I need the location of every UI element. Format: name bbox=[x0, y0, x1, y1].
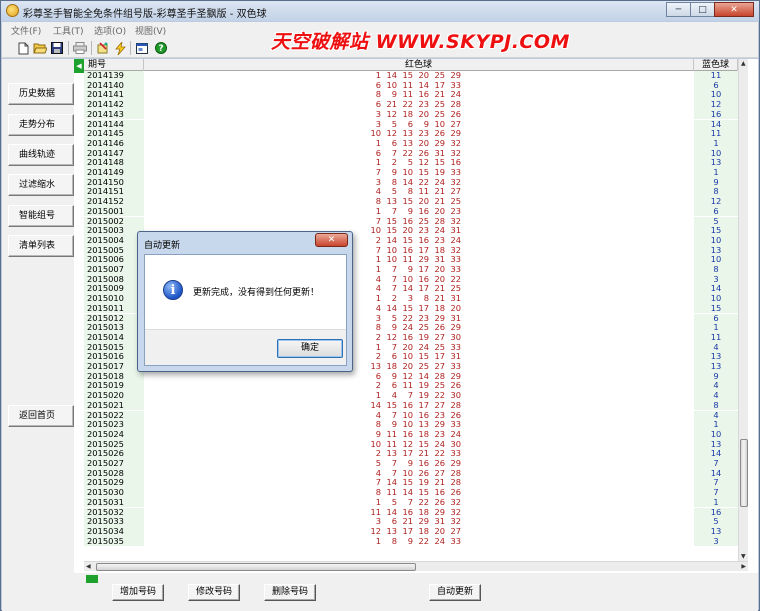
sidebar-filter-button[interactable]: 过滤缩水 bbox=[8, 174, 74, 196]
table-row[interactable]: 2014150 3 8 14 22 24 32 9 bbox=[84, 177, 748, 188]
dialog-message: 更新完成，没有得到任何更新！ bbox=[193, 288, 320, 298]
table-row[interactable]: 2014141 8 9 11 16 21 24 10 bbox=[84, 90, 748, 101]
table-row[interactable]: 2015021 14 15 16 17 27 28 8 bbox=[84, 400, 748, 411]
window-icon[interactable] bbox=[135, 41, 149, 55]
table-row[interactable]: 2015019 2 6 11 19 25 26 4 bbox=[84, 381, 748, 392]
header-period[interactable]: 期号 bbox=[84, 59, 144, 71]
table-row[interactable]: 2014143 3 12 18 20 25 26 16 bbox=[84, 109, 748, 120]
table-row[interactable]: 2014140 6 10 11 14 17 33 6 bbox=[84, 80, 748, 91]
sidebar: 历史数据 走势分布 曲线轨迹 过滤缩水 智能组号 清单列表 返回首页 bbox=[2, 59, 74, 611]
sidebar-trend-button[interactable]: 走势分布 bbox=[8, 114, 74, 136]
red-ball-number: 24 bbox=[434, 535, 445, 546]
table-row[interactable]: 2014148 1 2 5 12 15 16 13 bbox=[84, 158, 748, 168]
table-row[interactable]: 2015018 6 9 12 14 28 29 9 bbox=[84, 371, 748, 382]
table-row[interactable]: 2015020 1 4 7 19 22 30 4 bbox=[84, 390, 748, 401]
menu-file[interactable]: 文件(F) bbox=[11, 24, 41, 37]
app-icon bbox=[6, 4, 19, 17]
lightning-icon[interactable] bbox=[113, 41, 127, 55]
sidebar-history-data-button[interactable]: 历史数据 bbox=[8, 83, 74, 105]
scroll-left-icon[interactable]: ◀ bbox=[86, 563, 91, 570]
auto-update-dialog: 自动更新 ✕ i 更新完成，没有得到任何更新！ 确定 bbox=[137, 231, 353, 372]
auto-update-button[interactable]: 自动更新 bbox=[429, 584, 481, 601]
dialog-ok-button[interactable]: 确定 bbox=[277, 339, 343, 358]
table-row[interactable]: 2015022 4 7 10 16 23 26 4 bbox=[84, 410, 748, 421]
delete-number-button[interactable]: 删除号码 bbox=[264, 584, 316, 601]
minimize-button[interactable]: ─ bbox=[666, 2, 691, 17]
horizontal-scroll-thumb[interactable] bbox=[96, 563, 416, 571]
red-ball-number: 9 bbox=[407, 535, 413, 546]
sidebar-smart-combo-button[interactable]: 智能组号 bbox=[8, 205, 74, 227]
title-bar[interactable]: 彩尊圣手智能全免条件组号版-彩尊圣手圣飘版 - 双色球 ─ □ ✕ bbox=[1, 1, 759, 21]
table-row[interactable]: 2015034 12 13 17 18 20 27 13 bbox=[84, 526, 748, 537]
sidebar-back-home-button[interactable]: 返回首页 bbox=[8, 405, 74, 427]
table-row[interactable]: 2014139 1 14 15 20 25 29 11 bbox=[84, 71, 748, 81]
red-ball-number: 1 bbox=[375, 535, 381, 546]
table-row[interactable]: 2015031 1 5 7 22 26 32 1 bbox=[84, 497, 748, 508]
open-folder-icon[interactable] bbox=[33, 41, 47, 55]
maximize-button[interactable]: □ bbox=[690, 2, 715, 17]
vertical-scroll-thumb[interactable] bbox=[740, 439, 748, 507]
menu-view[interactable]: 视图(V) bbox=[135, 24, 166, 37]
table-row[interactable]: 2014142 6 21 22 23 25 28 12 bbox=[84, 99, 748, 110]
table-row[interactable]: 2015032 11 14 16 18 29 32 16 bbox=[84, 507, 748, 518]
red-ball-number: 8 bbox=[391, 535, 397, 546]
table-row[interactable]: 2015029 7 14 15 19 21 28 7 bbox=[84, 478, 748, 489]
edit-number-button[interactable]: 修改号码 bbox=[188, 584, 240, 601]
tool-icon[interactable] bbox=[96, 41, 110, 55]
scroll-right-icon[interactable]: ▶ bbox=[741, 563, 746, 570]
dialog-body: i 更新完成，没有得到任何更新！ 确定 bbox=[144, 254, 347, 366]
print-icon[interactable] bbox=[73, 41, 87, 55]
help-icon[interactable]: ? bbox=[154, 41, 168, 55]
watermark-banner: 天空破解站 WWW.SKYPJ.COM bbox=[271, 31, 570, 53]
table-row[interactable]: 2015025 10 11 12 15 24 30 13 bbox=[84, 439, 748, 450]
header-blue-ball[interactable]: 蓝色球 bbox=[694, 59, 738, 71]
table-row[interactable]: 2014144 3 5 6 9 10 27 14 bbox=[84, 119, 748, 130]
table-row[interactable]: 2015023 8 9 10 13 29 33 1 bbox=[84, 419, 748, 430]
horizontal-scrollbar[interactable]: ◀ ▶ bbox=[84, 561, 748, 571]
app-window: 彩尊圣手智能全免条件组号版-彩尊圣手圣飘版 - 双色球 ─ □ ✕ 文件(F) … bbox=[0, 0, 760, 611]
close-button[interactable]: ✕ bbox=[714, 2, 754, 17]
dialog-footer: 确定 bbox=[145, 329, 346, 365]
table-row[interactable]: 2014147 6 7 22 26 31 32 10 bbox=[84, 148, 748, 159]
table-row[interactable]: 2015002 7 15 16 25 28 32 5 bbox=[84, 216, 748, 227]
menu-tools[interactable]: 工具(T) bbox=[53, 24, 84, 37]
table-row[interactable]: 2015033 3 6 21 29 31 32 5 bbox=[84, 516, 748, 527]
table-row[interactable]: 2015026 2 13 17 21 22 33 14 bbox=[84, 449, 748, 459]
table-row[interactable]: 2015028 4 7 10 26 27 28 14 bbox=[84, 468, 748, 479]
sidebar-curve-button[interactable]: 曲线轨迹 bbox=[8, 144, 74, 166]
table-row[interactable]: 2014145 10 12 13 23 26 29 11 bbox=[84, 128, 748, 139]
table-row[interactable]: 2015024 9 11 16 18 23 24 10 bbox=[84, 429, 748, 440]
window-controls: ─ □ ✕ bbox=[666, 2, 754, 17]
table-row[interactable]: 2014152 8 13 15 20 21 25 12 bbox=[84, 196, 748, 207]
dialog-title: 自动更新 bbox=[144, 241, 181, 251]
bottom-button-bar: 增加号码 修改号码 删除号码 自动更新 bbox=[74, 573, 758, 611]
red-ball-number: 22 bbox=[418, 535, 429, 546]
save-icon[interactable] bbox=[50, 41, 64, 55]
sidebar-list-button[interactable]: 清单列表 bbox=[8, 235, 74, 257]
scroll-down-icon[interactable]: ▼ bbox=[741, 553, 746, 560]
table-row[interactable]: 2015027 5 7 9 16 26 29 7 bbox=[84, 458, 748, 469]
red-ball-number: 33 bbox=[450, 535, 461, 546]
add-number-button[interactable]: 增加号码 bbox=[112, 584, 164, 601]
expand-tab-icon[interactable] bbox=[86, 575, 98, 583]
dialog-close-button[interactable]: ✕ bbox=[315, 233, 348, 247]
info-icon: i bbox=[163, 280, 183, 300]
vertical-scrollbar[interactable]: ▲ ▼ bbox=[738, 59, 748, 561]
table-row[interactable]: 2015035 1 8 9 22 24 33 3 bbox=[84, 535, 748, 547]
svg-text:?: ? bbox=[158, 44, 163, 54]
window-title: 彩尊圣手智能全免条件组号版-彩尊圣手圣飘版 - 双色球 bbox=[23, 9, 267, 20]
grid-header: 期号 红色球 蓝色球 bbox=[84, 59, 748, 71]
menu-options[interactable]: 选项(O) bbox=[94, 24, 126, 37]
table-row[interactable]: 2014151 4 5 8 11 21 27 8 bbox=[84, 187, 748, 198]
period-cell: 2015035 bbox=[84, 536, 144, 547]
blue-ball-cell: 3 bbox=[694, 536, 738, 547]
collapse-arrow-icon[interactable]: ◀ bbox=[74, 59, 84, 73]
table-row[interactable]: 2015030 8 11 14 15 16 26 7 bbox=[84, 487, 748, 498]
new-file-icon[interactable] bbox=[16, 41, 30, 55]
table-row[interactable]: 2014149 7 9 10 15 19 33 1 bbox=[84, 167, 748, 178]
header-red-balls[interactable]: 红色球 bbox=[144, 59, 694, 71]
table-row[interactable]: 2015001 1 7 9 16 20 23 6 bbox=[84, 206, 748, 217]
table-row[interactable]: 2014146 1 6 13 20 29 32 1 bbox=[84, 138, 748, 149]
scroll-up-icon[interactable]: ▲ bbox=[741, 60, 746, 67]
